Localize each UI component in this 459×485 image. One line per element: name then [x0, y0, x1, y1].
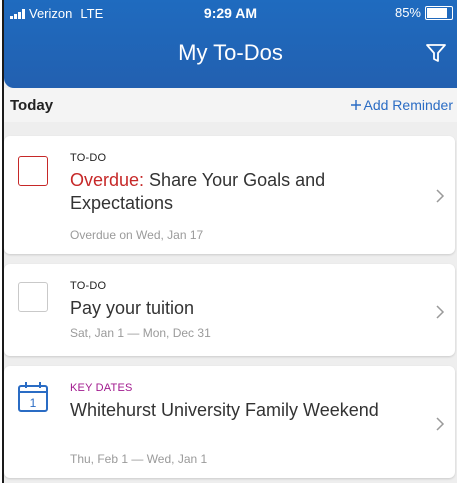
card-type-label: KEY DATES — [70, 382, 133, 394]
card-subtitle: Thu, Feb 1 — Wed, Jan 1 — [70, 452, 208, 466]
title-row: My To-Dos — [4, 30, 457, 78]
section-label: Today — [10, 96, 54, 114]
battery-icon — [425, 5, 453, 20]
chevron-right-icon — [436, 189, 445, 203]
todo-card[interactable]: TO-DO Pay your tuition Sat, Jan 1 — Mon,… — [4, 264, 455, 356]
overdue-prefix: Overdue: — [70, 170, 145, 190]
card-title: Whitehurst University Family Weekend — [70, 400, 379, 420]
key-dates-card[interactable]: 1 KEY DATES Whitehurst University Family… — [4, 366, 455, 478]
status-time: 9:29 AM — [203, 5, 258, 21]
card-subtitle: Sat, Jan 1 — Mon, Dec 31 — [70, 326, 211, 340]
add-reminder-button[interactable]: Add Reminder — [350, 97, 454, 113]
card-title: Pay your tuition — [70, 298, 195, 318]
card-type-label: TO-DO — [70, 152, 107, 164]
battery-info: 85% — [395, 5, 453, 20]
app-screen: Verizon LTE 9:29 AM 85% My To-Dos Today … — [2, 0, 457, 483]
todo-checkbox[interactable] — [18, 156, 48, 186]
todo-card-overdue[interactable]: TO-DO Overdue: Share Your Goals and Expe… — [4, 136, 455, 254]
calendar-icon: 1 — [18, 382, 48, 412]
card-subtitle: Overdue on Wed, Jan 17 — [70, 228, 204, 242]
card-type-label: TO-DO — [70, 280, 107, 292]
app-header: Verizon LTE 9:29 AM 85% My To-Dos — [4, 0, 457, 88]
chevron-right-icon — [436, 305, 445, 319]
plus-icon — [350, 100, 361, 110]
calendar-day: 1 — [30, 396, 37, 410]
chevron-right-icon — [436, 417, 445, 431]
section-header-today: Today Add Reminder — [4, 88, 457, 122]
filter-icon[interactable] — [425, 42, 447, 64]
add-reminder-label: Add Reminder — [363, 97, 454, 113]
battery-percent: 85% — [394, 5, 421, 20]
status-bar: Verizon LTE 9:29 AM 85% — [4, 0, 457, 30]
card-title: Overdue: Share Your Goals and Expectatio… — [70, 169, 410, 215]
todo-checkbox[interactable] — [18, 282, 48, 312]
page-title: My To-Dos — [178, 40, 283, 65]
